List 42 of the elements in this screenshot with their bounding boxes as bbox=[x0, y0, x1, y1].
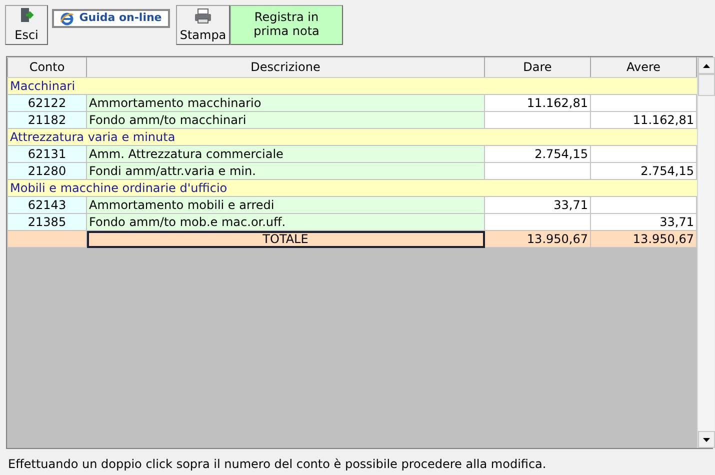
account-number: 62122 bbox=[8, 94, 86, 112]
help-button[interactable]: Guida on-line bbox=[52, 9, 170, 28]
column-header[interactable]: Descrizione bbox=[86, 58, 484, 78]
register-button[interactable]: Registra in prima nota bbox=[230, 5, 343, 45]
total-amount: 13.950,67 bbox=[590, 230, 696, 248]
group-label: Mobili e macchine ordinarie d'ufficio bbox=[8, 180, 696, 196]
account-number: 62131 bbox=[8, 146, 86, 162]
table-cell: Fondo amm/to mob.e mac.or.uff. bbox=[86, 214, 484, 230]
account-number: 21385 bbox=[8, 214, 86, 230]
column-header[interactable]: Dare bbox=[484, 58, 590, 78]
total-amount: 13.950,67 bbox=[484, 230, 590, 248]
amount-cell: 2.754,15 bbox=[484, 146, 590, 162]
group-label: Attrezzatura varia e minuta bbox=[8, 128, 696, 146]
up-arrow-icon bbox=[703, 64, 710, 68]
down-arrow-icon bbox=[703, 438, 710, 442]
column-header[interactable]: Avere bbox=[590, 58, 696, 78]
table-cell: Fondi amm/attr.varia e min. bbox=[86, 162, 484, 180]
scroll-up-button[interactable] bbox=[698, 57, 715, 74]
account-number: 62143 bbox=[8, 196, 86, 214]
status-text: Effettuando un doppio click sopra il numero del conto è possibile procedere alla modifica. bbox=[8, 456, 546, 473]
scroll-down-button[interactable] bbox=[698, 431, 715, 448]
table-cell: Fondo amm/to macchinari bbox=[86, 112, 484, 128]
scrollbar[interactable] bbox=[697, 57, 714, 448]
amount-cell: 33,71 bbox=[590, 214, 696, 230]
total-label: TOTALE bbox=[86, 230, 484, 248]
door-icon bbox=[20, 6, 34, 23]
group-label: Macchinari bbox=[8, 78, 696, 94]
column-header[interactable]: Conto bbox=[8, 58, 86, 78]
scroll-thumb[interactable] bbox=[698, 74, 715, 96]
browser-icon bbox=[60, 12, 74, 26]
amount-cell: 33,71 bbox=[484, 196, 590, 214]
table-cell: Ammortamento macchinario bbox=[86, 94, 484, 112]
exit-button[interactable]: Esci bbox=[5, 5, 48, 45]
amount-cell: 11.162,81 bbox=[590, 112, 696, 128]
table-cell: Amm. Attrezzatura commerciale bbox=[86, 146, 484, 162]
print-button[interactable]: Stampa bbox=[176, 5, 230, 45]
account-number: 21280 bbox=[8, 162, 86, 180]
account-number: 21182 bbox=[8, 112, 86, 128]
amount-cell: 11.162,81 bbox=[484, 94, 590, 112]
printer-icon bbox=[194, 8, 212, 24]
table-cell: Ammortamento mobili e arredi bbox=[86, 196, 484, 214]
amount-cell: 2.754,15 bbox=[590, 162, 696, 180]
